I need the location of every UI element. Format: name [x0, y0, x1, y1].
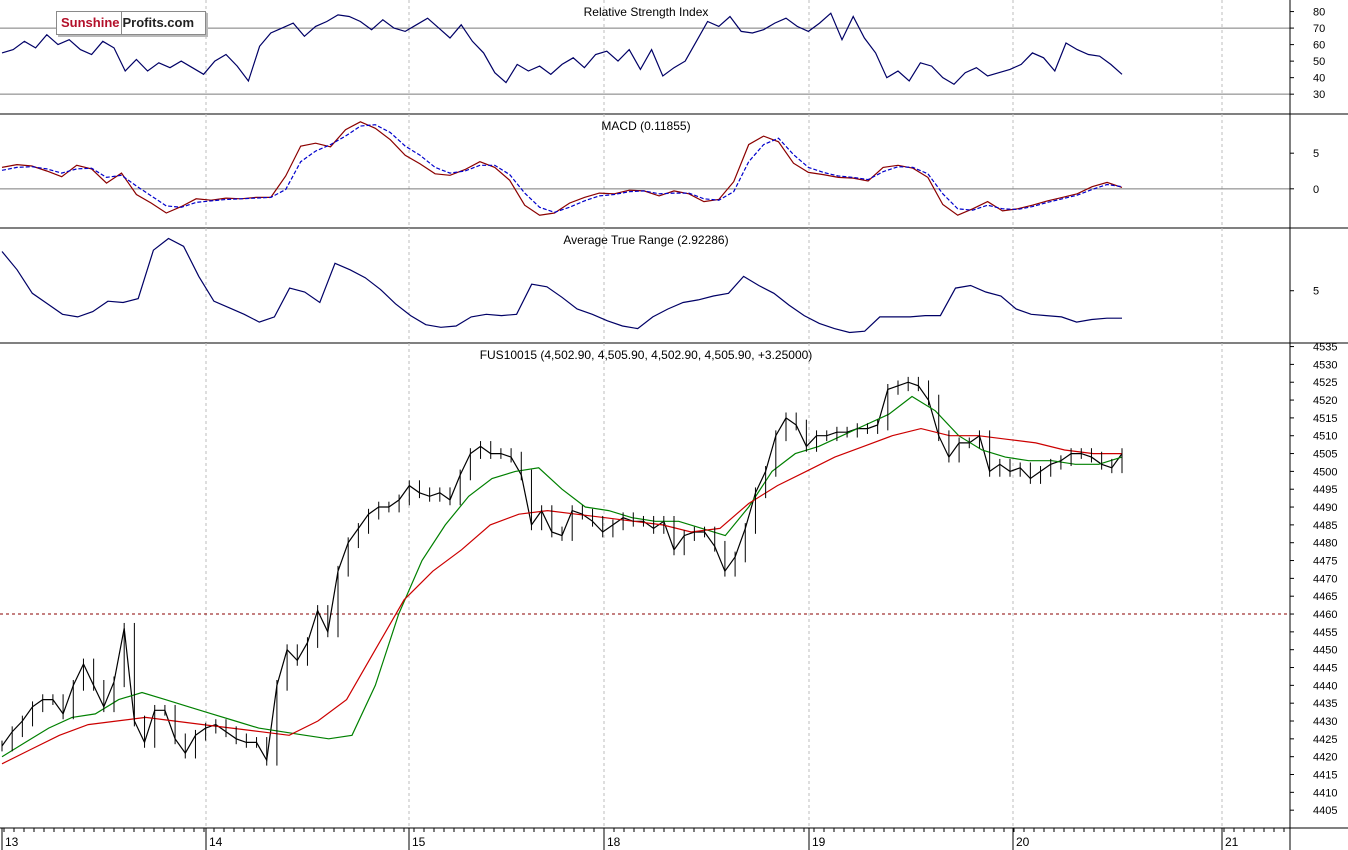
series-line-0 [1, 121, 1123, 216]
y-tick-label: 4500 [1313, 466, 1337, 478]
series-line-0 [1, 237, 1122, 334]
y-tick-label: 4470 [1313, 573, 1337, 585]
y-tick-label: 5 [1313, 148, 1319, 160]
y-tick-label: 4485 [1313, 520, 1337, 532]
y-tick-label: 4475 [1313, 556, 1337, 568]
x-tick-label: 18 [607, 835, 621, 849]
y-tick-label: 4465 [1313, 591, 1337, 603]
y-tick-label: 4435 [1313, 698, 1337, 710]
y-tick-label: 4455 [1313, 627, 1337, 639]
x-axis: 13 14 15 18 19 20 21 [1, 828, 1285, 850]
y-tick-label: 4440 [1313, 680, 1337, 692]
y-tick-label: 4480 [1313, 538, 1337, 550]
x-tick-label: 20 [1016, 835, 1030, 849]
y-tick-label: 4535 [1313, 342, 1337, 354]
y-tick-label: 60 [1313, 40, 1325, 52]
y-tick-label: 4530 [1313, 359, 1337, 371]
y-tick-label: 4410 [1313, 787, 1337, 799]
y-tick-label: 40 [1313, 73, 1325, 85]
x-tick-label: 14 [209, 835, 223, 849]
logo-part-2: Profits.com [122, 15, 195, 30]
y-tick-label: 4525 [1313, 377, 1337, 389]
sunshine-profits-logo[interactable]: Sunshine Profits.com [56, 11, 206, 35]
y-tick-label: 80 [1313, 7, 1325, 19]
y-tick-label: 30 [1313, 89, 1325, 101]
panel-1: 0 5 MACD (0.11855) [0, 114, 1348, 229]
y-tick-label: 4430 [1313, 716, 1337, 728]
panel-title: MACD (0.11855) [601, 119, 690, 133]
y-tick-label: 0 [1313, 184, 1319, 196]
y-tick-label: 4520 [1313, 395, 1337, 407]
stock-chart: 30 40 50 60 70 80 Relative Strength Index 0 5 MAC… [0, 0, 1348, 850]
y-tick-label: 4405 [1313, 805, 1337, 817]
series-line-average-red [1, 427, 1122, 765]
panel-3: 4405 4410 4415 4420 4425 4430 4435 4440 4445 4450… [0, 342, 1348, 829]
y-tick-label: 50 [1313, 56, 1325, 68]
y-tick-label: 4510 [1313, 431, 1337, 443]
y-tick-label: 4445 [1313, 663, 1337, 675]
panel-title: Average True Range (2.92286) [563, 233, 728, 247]
y-tick-label: 4460 [1313, 609, 1337, 621]
series-line-price [1, 381, 1123, 763]
y-tick-label: 4420 [1313, 752, 1337, 764]
y-tick-label: 4495 [1313, 484, 1337, 496]
y-tick-label: 4515 [1313, 413, 1337, 425]
panel-2: 5 Average True Range (2.92286) [0, 228, 1348, 344]
x-tick-label: 13 [5, 835, 19, 849]
y-tick-label: 4415 [1313, 770, 1337, 782]
y-tick-label: 5 [1313, 286, 1319, 298]
x-tick-label: 21 [1225, 835, 1239, 849]
y-tick-label: 4425 [1313, 734, 1337, 746]
x-tick-label: 15 [412, 835, 426, 849]
panel-title: Relative Strength Index [584, 5, 709, 19]
y-tick-label: 4505 [1313, 449, 1337, 461]
y-tick-label: 4450 [1313, 645, 1337, 657]
logo-part-1: Sunshine [61, 15, 120, 30]
series-line-1 [1, 124, 1123, 213]
panel-title: FUS10015 (4,502.90, 4,505.90, 4,502.90, … [480, 348, 813, 362]
y-tick-label: 70 [1313, 23, 1325, 35]
y-tick-label: 4490 [1313, 502, 1337, 514]
x-tick-label: 19 [812, 835, 826, 849]
